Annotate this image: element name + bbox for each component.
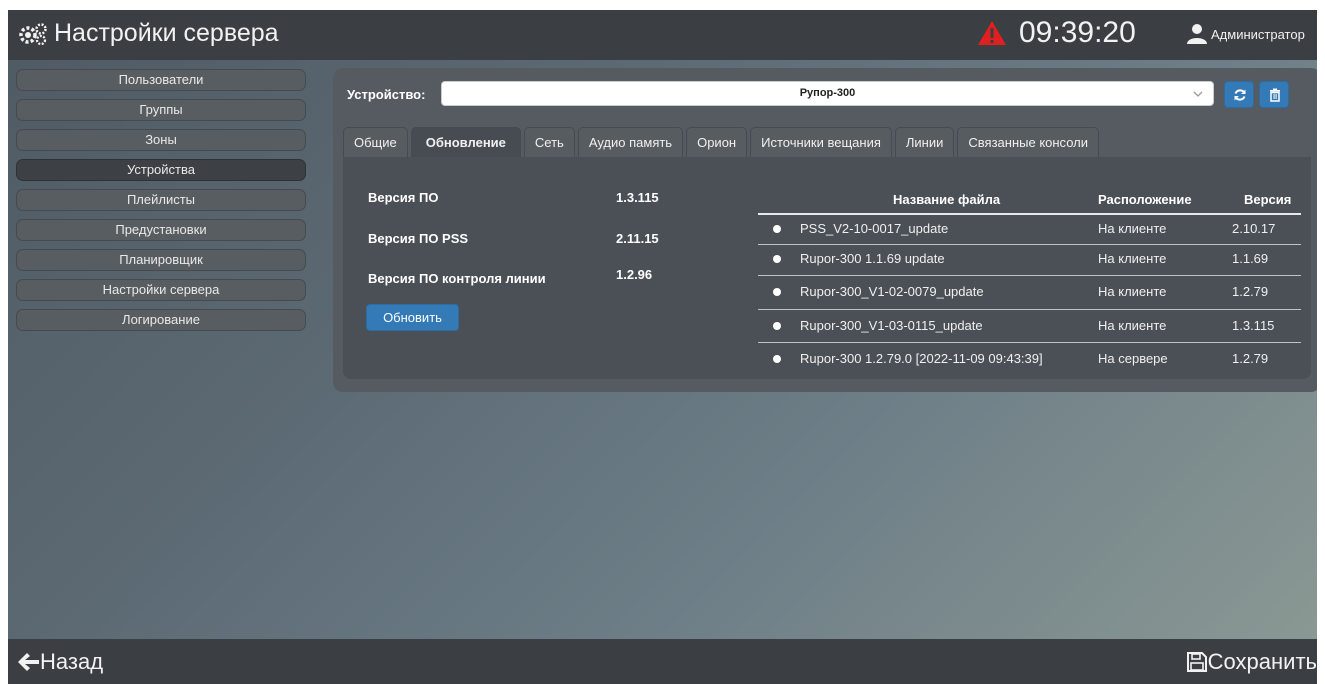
row-divider xyxy=(758,342,1301,343)
file-version: 1.1.69 xyxy=(1232,251,1269,266)
file-name: Rupor-300_V1-03-0115_update xyxy=(800,318,983,333)
file-name: Rupor-300 1.2.79.0 [2022-11-09 09:43:39] xyxy=(800,351,1043,366)
tab-lines[interactable]: Линии xyxy=(894,127,955,157)
clock: 09:39:20 xyxy=(1019,16,1136,49)
sidebar: Пользователи Группы Зоны Устройства Плей… xyxy=(16,69,306,339)
save-label: Сохранить xyxy=(1207,649,1317,674)
pss-version-label: Версия ПО PSS xyxy=(368,231,469,246)
refresh-button[interactable] xyxy=(1224,81,1254,108)
tab-network[interactable]: Сеть xyxy=(523,127,575,157)
firmware-version-label: Версия ПО xyxy=(368,190,439,205)
tab-update[interactable]: Обновление xyxy=(410,127,521,157)
tab-general[interactable]: Общие xyxy=(343,127,408,157)
table-row[interactable]: Rupor-300_V1-03-0115_update На клиенте 1… xyxy=(758,312,1301,340)
sidebar-item-server-settings[interactable]: Настройки сервера xyxy=(16,279,306,301)
file-location: На клиенте xyxy=(1098,221,1167,236)
table-row[interactable]: Rupor-300 1.1.69 update На клиенте 1.1.6… xyxy=(758,245,1301,273)
radio-button[interactable] xyxy=(773,288,781,296)
app-title: Настройки сервера xyxy=(18,19,279,48)
tab-linked-consoles[interactable]: Связанные консоли xyxy=(957,127,1099,157)
device-label: Устройство: xyxy=(347,87,426,102)
gears-icon xyxy=(19,22,47,45)
sidebar-item-devices[interactable]: Устройства xyxy=(16,159,306,181)
file-version: 1.3.115 xyxy=(1232,318,1275,333)
back-button[interactable]: Назад xyxy=(18,649,103,675)
device-select[interactable]: Рупор-300 xyxy=(441,81,1214,106)
radio-button[interactable] xyxy=(773,355,781,363)
sidebar-item-users[interactable]: Пользователи xyxy=(16,69,306,91)
device-panel: Устройство: Рупор-300 Общие Обновление С… xyxy=(333,68,1317,392)
file-location: На сервере xyxy=(1098,351,1168,366)
update-button[interactable]: Обновить xyxy=(366,304,459,331)
arrow-left-icon xyxy=(18,653,39,671)
column-header-version: Версия xyxy=(1244,192,1292,207)
warning-icon[interactable] xyxy=(977,20,1007,46)
trash-icon xyxy=(1270,88,1280,102)
file-location: На клиенте xyxy=(1098,284,1167,299)
file-version: 1.2.79 xyxy=(1232,284,1269,299)
tab-orion[interactable]: Орион xyxy=(686,127,748,157)
sidebar-item-scheduler[interactable]: Планировщик xyxy=(16,249,306,271)
sidebar-item-presets[interactable]: Предустановки xyxy=(16,219,306,241)
delete-button[interactable] xyxy=(1259,81,1289,108)
firmware-version-value: 1.3.115 xyxy=(616,190,659,205)
file-location: На клиенте xyxy=(1098,318,1167,333)
row-divider xyxy=(758,309,1301,310)
radio-button[interactable] xyxy=(773,255,781,263)
device-select-value: Рупор-300 xyxy=(799,87,856,99)
table-row[interactable]: Rupor-300_V1-02-0079_update На клиенте 1… xyxy=(758,278,1301,306)
file-name: Rupor-300 1.1.69 update xyxy=(800,251,945,266)
tab-broadcast-sources[interactable]: Источники вещания xyxy=(750,127,892,157)
file-name: Rupor-300_V1-02-0079_update xyxy=(800,284,984,299)
table-row[interactable]: Rupor-300 1.2.79.0 [2022-11-09 09:43:39]… xyxy=(758,345,1301,373)
user-name: Администратор xyxy=(1211,26,1305,42)
sidebar-item-playlists[interactable]: Плейлисты xyxy=(16,189,306,211)
sidebar-item-groups[interactable]: Группы xyxy=(16,99,306,121)
back-label: Назад xyxy=(40,649,104,674)
tab-bar: Общие Обновление Сеть Аудио память Орион… xyxy=(343,127,1102,157)
radio-button[interactable] xyxy=(773,322,781,330)
file-version: 2.10.17 xyxy=(1232,221,1276,236)
app-window: Настройки сервера 09:39:20 Администратор… xyxy=(8,10,1317,684)
tab-audio-memory[interactable]: Аудио память xyxy=(577,127,684,157)
line-control-version-value: 1.2.96 xyxy=(616,267,653,282)
user-menu[interactable]: Администратор xyxy=(1186,23,1305,45)
row-divider xyxy=(758,275,1301,276)
update-tab-content: Версия ПО 1.3.115 Версия ПО PSS 2.11.15 … xyxy=(343,157,1311,379)
sidebar-item-zones[interactable]: Зоны xyxy=(16,129,306,151)
user-icon xyxy=(1187,24,1207,44)
column-header-name: Название файла xyxy=(893,192,1001,207)
bottom-bar: Назад Сохранить xyxy=(8,639,1317,684)
radio-button[interactable] xyxy=(773,225,781,233)
refresh-icon xyxy=(1234,89,1246,101)
top-bar: Настройки сервера 09:39:20 Администратор xyxy=(8,10,1317,60)
file-version: 1.2.79 xyxy=(1232,351,1269,366)
floppy-icon xyxy=(1186,652,1207,672)
table-row[interactable]: PSS_V2-10-0017_update На клиенте 2.10.17 xyxy=(758,215,1301,243)
save-button[interactable]: Сохранить xyxy=(1186,649,1317,675)
sidebar-item-logging[interactable]: Логирование xyxy=(16,309,306,331)
page-title: Настройки сервера xyxy=(54,19,279,47)
pss-version-value: 2.11.15 xyxy=(616,231,659,246)
chevron-down-icon xyxy=(1193,91,1203,97)
file-location: На клиенте xyxy=(1098,251,1167,266)
file-name: PSS_V2-10-0017_update xyxy=(800,221,949,236)
line-control-version-label: Версия ПО контроля линии xyxy=(368,271,546,286)
column-header-location: Расположение xyxy=(1098,192,1192,207)
